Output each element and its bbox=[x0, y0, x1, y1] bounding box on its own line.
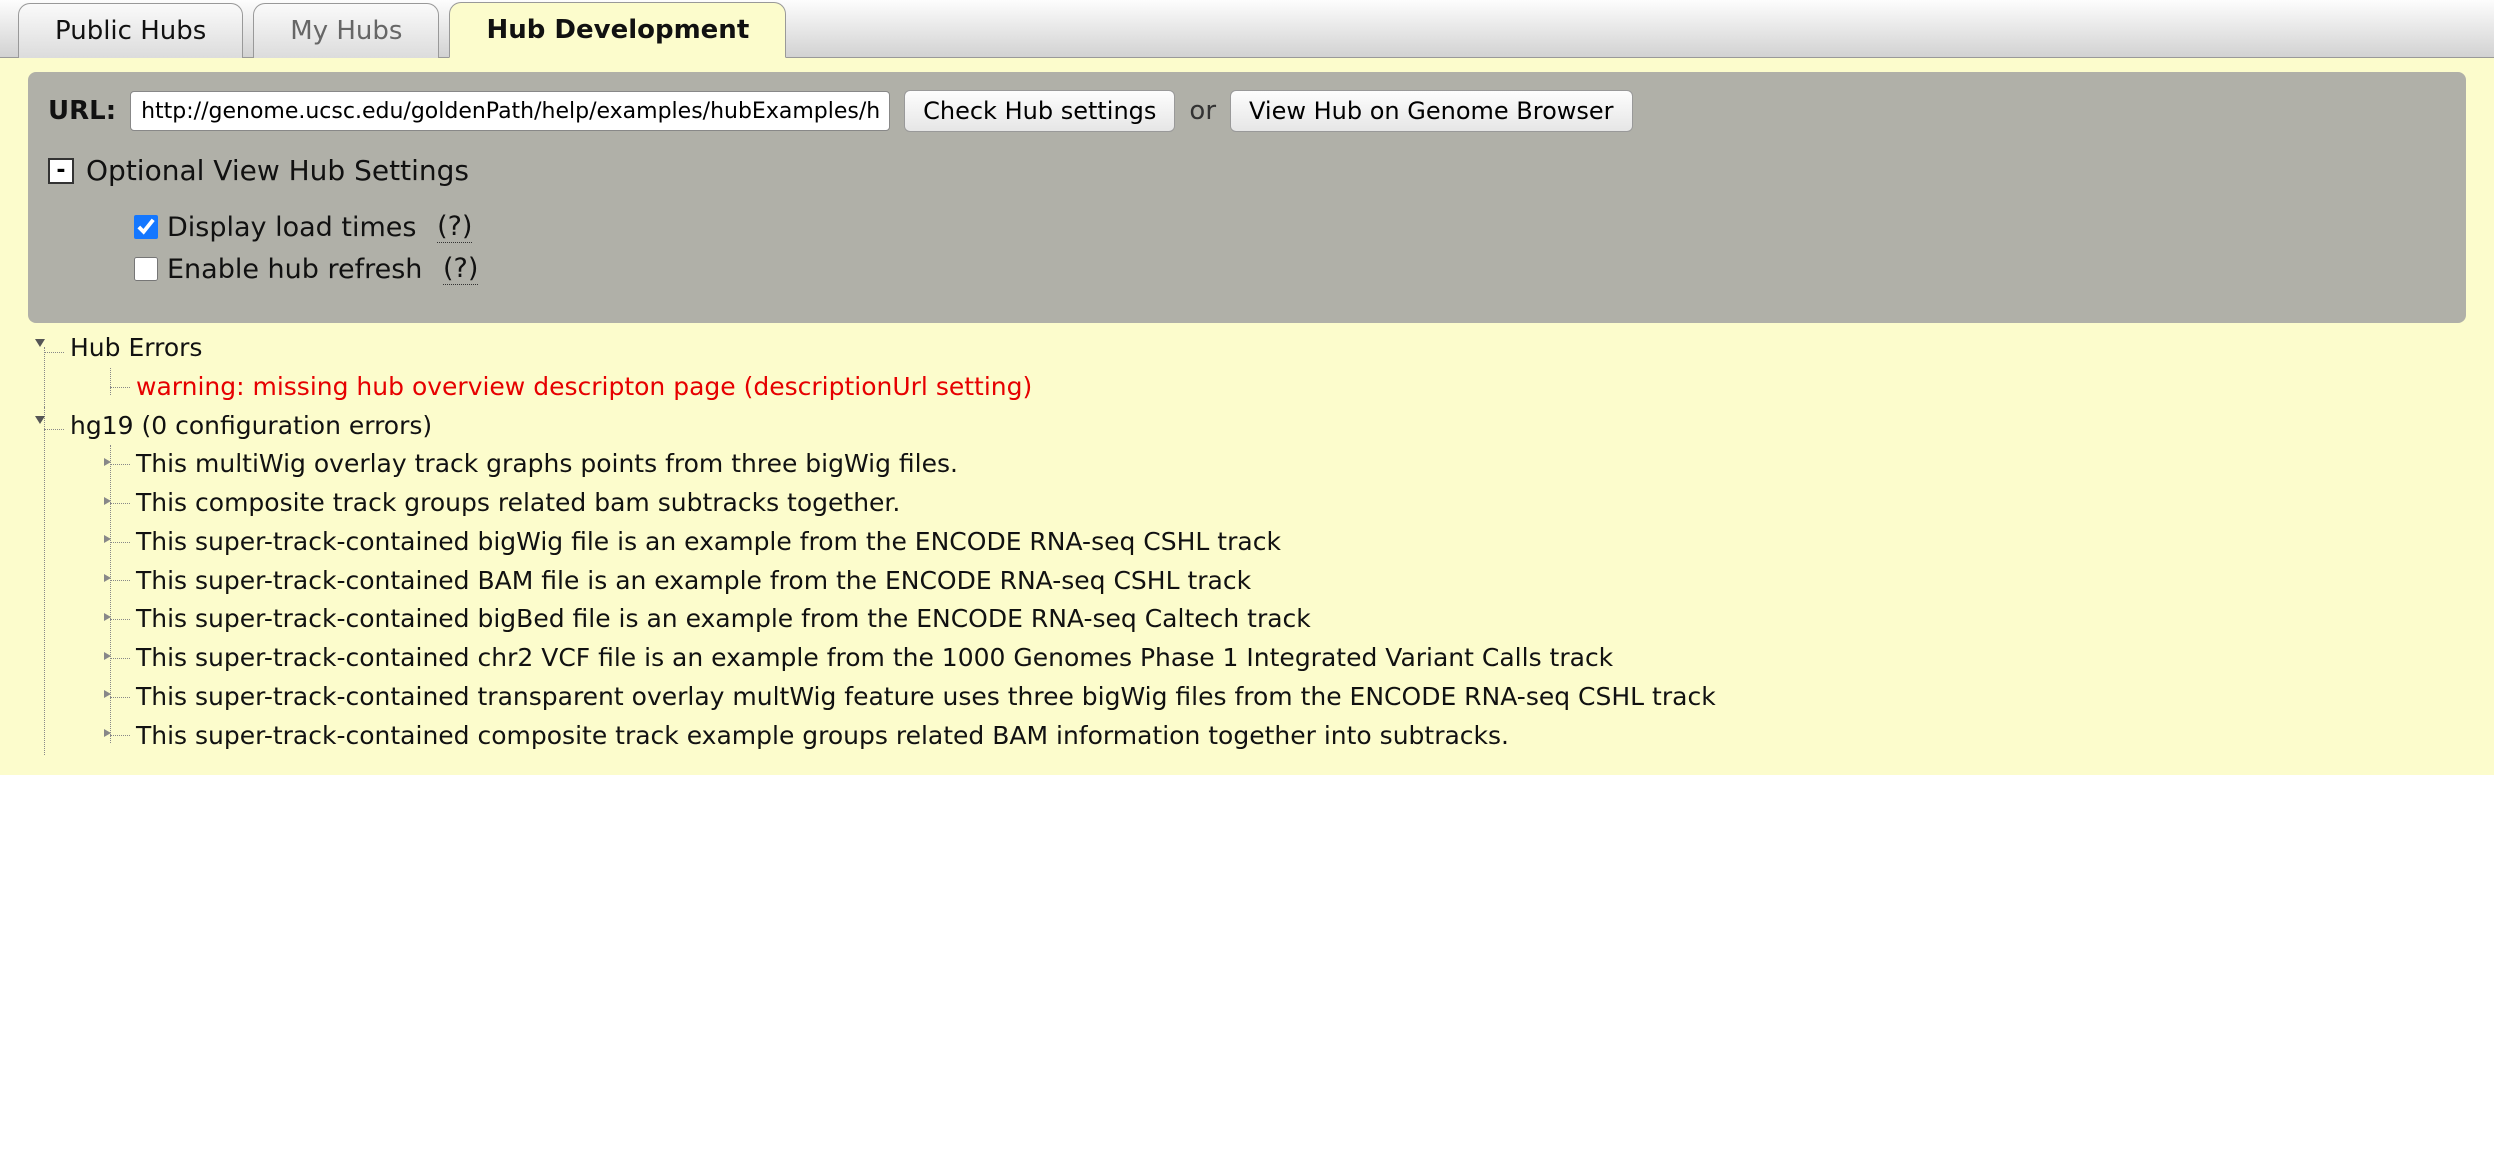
view-hub-on-browser-button[interactable]: View Hub on Genome Browser bbox=[1230, 90, 1633, 132]
optional-settings-title: Optional View Hub Settings bbox=[86, 154, 469, 187]
tree-leaf-track: This super-track-contained bigWig file i… bbox=[106, 523, 2494, 562]
enable-hub-refresh-row[interactable]: Enable hub refresh (?) bbox=[130, 253, 2446, 285]
track-label[interactable]: This super-track-contained BAM file is a… bbox=[136, 566, 1251, 595]
genome-tracks-children: This multiWig overlay track graphs point… bbox=[106, 445, 2494, 755]
help-icon[interactable]: (?) bbox=[443, 253, 478, 285]
track-label[interactable]: This super-track-contained bigBed file i… bbox=[136, 604, 1311, 633]
track-label[interactable]: This super-track-contained bigWig file i… bbox=[136, 527, 1281, 556]
or-text: or bbox=[1189, 96, 1216, 126]
collapse-icon[interactable]: - bbox=[48, 158, 74, 184]
url-label: URL: bbox=[48, 96, 116, 126]
tree-leaf-track: This composite track groups related bam … bbox=[106, 484, 2494, 523]
tree-leaf-track: This super-track-contained chr2 VCF file… bbox=[106, 639, 2494, 678]
tree-leaf-track: This multiWig overlay track graphs point… bbox=[106, 445, 2494, 484]
track-label[interactable]: This super-track-contained chr2 VCF file… bbox=[136, 643, 1613, 672]
hub-url-input[interactable] bbox=[130, 91, 890, 131]
tree-leaf-track: This super-track-contained composite tra… bbox=[106, 717, 2494, 756]
display-load-times-label: Display load times bbox=[167, 212, 416, 243]
check-hub-settings-button[interactable]: Check Hub settings bbox=[904, 90, 1175, 132]
tree-leaf-warning: warning: missing hub overview descripton… bbox=[106, 368, 2494, 407]
tree-node-genome: hg19 (0 configuration errors) This multi… bbox=[40, 407, 2494, 756]
display-load-times-checkbox[interactable] bbox=[134, 215, 158, 239]
hub-errors-children: warning: missing hub overview descripton… bbox=[106, 368, 2494, 407]
tree-node-hub-errors: Hub Errors warning: missing hub overview… bbox=[40, 329, 2494, 407]
tab-hub-development[interactable]: Hub Development bbox=[449, 2, 786, 58]
tab-bar: Public Hubs My Hubs Hub Development bbox=[0, 0, 2494, 58]
track-label[interactable]: This multiWig overlay track graphs point… bbox=[136, 449, 958, 478]
optional-settings-expander: - Optional View Hub Settings bbox=[48, 154, 2446, 187]
track-label[interactable]: This super-track-contained composite tra… bbox=[136, 721, 1509, 750]
help-icon[interactable]: (?) bbox=[437, 211, 472, 243]
tab-public-hubs[interactable]: Public Hubs bbox=[18, 3, 243, 58]
tree-leaf-track: This super-track-contained bigBed file i… bbox=[106, 600, 2494, 639]
tree-leaf-track: This super-track-contained BAM file is a… bbox=[106, 562, 2494, 601]
hub-errors-label[interactable]: Hub Errors bbox=[70, 333, 202, 362]
hub-error-warning: warning: missing hub overview descripton… bbox=[136, 372, 1032, 401]
track-label[interactable]: This super-track-contained transparent o… bbox=[136, 682, 1716, 711]
url-row: URL: Check Hub settings or View Hub on G… bbox=[48, 90, 2446, 132]
page: Public Hubs My Hubs Hub Development URL:… bbox=[0, 0, 2494, 775]
genome-label[interactable]: hg19 (0 configuration errors) bbox=[70, 411, 432, 440]
enable-hub-refresh-checkbox[interactable] bbox=[134, 257, 158, 281]
display-load-times-row[interactable]: Display load times (?) bbox=[130, 211, 2446, 243]
tree-toggle-icon[interactable] bbox=[35, 416, 45, 424]
optional-settings-list: Display load times (?) Enable hub refres… bbox=[130, 211, 2446, 285]
tab-my-hubs[interactable]: My Hubs bbox=[253, 3, 439, 58]
tree-leaf-track: This super-track-contained transparent o… bbox=[106, 678, 2494, 717]
track-label[interactable]: This composite track groups related bam … bbox=[136, 488, 900, 517]
settings-panel: URL: Check Hub settings or View Hub on G… bbox=[28, 72, 2466, 323]
tree-toggle-icon[interactable] bbox=[35, 339, 45, 347]
results-tree: Hub Errors warning: missing hub overview… bbox=[40, 329, 2494, 755]
enable-hub-refresh-label: Enable hub refresh bbox=[167, 254, 422, 285]
content-area: URL: Check Hub settings or View Hub on G… bbox=[0, 72, 2494, 775]
